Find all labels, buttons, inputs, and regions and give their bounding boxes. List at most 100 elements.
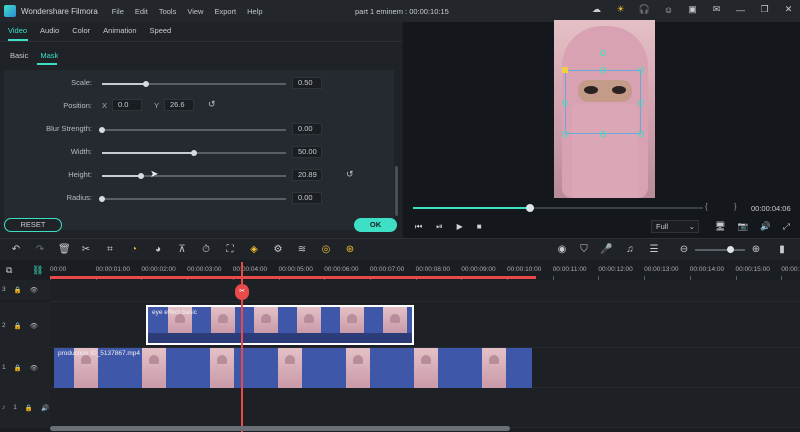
stop-icon[interactable]: ■ [477, 222, 482, 232]
eye-icon[interactable]: 👁 [30, 286, 38, 294]
volume-icon[interactable]: 🔊 [760, 221, 771, 232]
blur-value[interactable]: 0.00 [292, 123, 322, 135]
video-preview[interactable] [554, 20, 655, 198]
track-lane-audio[interactable] [50, 388, 800, 428]
zoom-slider-knob[interactable] [727, 246, 734, 253]
keyframe-icon[interactable]: ◈ [248, 244, 260, 255]
camera-icon[interactable]: 📷 [738, 221, 749, 232]
sun-icon[interactable]: ☀ [615, 4, 626, 15]
user-icon[interactable]: ☺ [663, 4, 674, 15]
mask-handle[interactable] [638, 131, 644, 137]
quality-select[interactable]: Full ⌄ [651, 220, 699, 233]
mail-icon[interactable]: ✉ [711, 4, 722, 15]
render-icon[interactable]: ◉ [556, 244, 568, 255]
headset-icon[interactable]: 🎧 [639, 4, 650, 15]
ok-button[interactable]: OK [354, 218, 397, 232]
stabilize-icon[interactable]: ⊼ [176, 244, 188, 255]
reset-icon[interactable]: ↺ [346, 169, 354, 180]
motion-icon[interactable]: ◎ [320, 244, 332, 255]
menu-export[interactable]: Export [214, 7, 236, 16]
menu-tools[interactable]: Tools [159, 7, 177, 16]
cut-icon[interactable]: ✂ [80, 244, 92, 255]
panel-icon[interactable]: ▮ [776, 244, 788, 255]
color-icon[interactable]: ◕ [152, 244, 164, 255]
menu-help[interactable]: Help [247, 7, 262, 16]
scale-slider[interactable] [102, 81, 286, 87]
save-icon[interactable]: ▣ [687, 4, 698, 15]
reset-button[interactable]: RESET [4, 218, 62, 232]
mask-rotate-handle[interactable] [562, 67, 568, 73]
tab-audio[interactable]: Audio [40, 26, 59, 35]
list-icon[interactable]: ☰ [648, 244, 660, 255]
menu-view[interactable]: View [187, 7, 203, 16]
video-clip[interactable]: production ID_5137867.mp4 [54, 348, 532, 388]
crop-icon[interactable]: ⌗ [104, 244, 116, 255]
mask-bounding-box[interactable] [565, 70, 641, 134]
close-icon[interactable]: ✕ [783, 4, 794, 15]
zoom-in-icon[interactable]: ⊕ [750, 244, 762, 255]
menu-edit[interactable]: Edit [135, 7, 148, 16]
properties-scrollbar[interactable] [395, 166, 398, 216]
undo-icon[interactable]: ↶ [10, 244, 22, 255]
lock-icon[interactable]: 🔒 [14, 322, 22, 330]
lock-icon[interactable]: 🔒 [25, 404, 33, 412]
radius-slider[interactable] [99, 196, 286, 202]
mark-in-out[interactable]: { } [705, 202, 749, 211]
delete-icon[interactable]: 🗑 [58, 244, 71, 255]
timer-icon[interactable]: ⏱ [200, 244, 212, 255]
play-icon[interactable]: ▶ [457, 222, 463, 232]
subtab-mask[interactable]: Mask [40, 51, 58, 60]
zoom-slider[interactable] [695, 249, 745, 251]
ai-icon[interactable]: ⊛ [344, 244, 356, 255]
tab-video[interactable]: Video [8, 26, 27, 35]
eye-icon[interactable]: 👁 [30, 322, 38, 330]
zoom-out-icon[interactable]: ⊖ [678, 244, 690, 255]
adjust-icon[interactable]: ⚙ [272, 244, 284, 255]
lock-icon[interactable]: 🔒 [14, 286, 22, 294]
snap-icon[interactable]: ⛓ [32, 265, 43, 276]
maximize-icon[interactable]: ❐ [759, 4, 770, 15]
radius-value[interactable]: 0.00 [292, 192, 322, 204]
audio-wave-icon[interactable]: ≋ [296, 244, 308, 255]
height-value[interactable]: 20.89 [292, 169, 322, 181]
tab-speed[interactable]: Speed [150, 26, 172, 35]
lock-icon[interactable]: 🔒 [14, 364, 22, 372]
tab-animation[interactable]: Animation [103, 26, 136, 35]
mask-handle[interactable] [600, 67, 606, 73]
mask-handle[interactable] [638, 67, 644, 73]
menu-file[interactable]: File [112, 7, 124, 16]
width-slider[interactable] [102, 150, 286, 156]
step-back-icon[interactable]: ⏮ [415, 222, 422, 232]
fullscreen-icon[interactable]: ⤢ [783, 221, 790, 232]
cloud-icon[interactable]: ☁ [591, 4, 602, 15]
playhead-scissors-icon[interactable]: ✂ [235, 284, 249, 300]
reset-icon[interactable]: ↺ [208, 99, 216, 110]
mask-handle[interactable] [600, 131, 606, 137]
microphone-icon[interactable]: 🎤 [600, 244, 612, 255]
frame-play-icon[interactable]: ⏯ [436, 222, 442, 232]
tab-color[interactable]: Color [72, 26, 90, 35]
mask-handle[interactable] [600, 50, 606, 56]
scale-value[interactable]: 0.50 [292, 77, 322, 89]
mask-handle[interactable] [638, 100, 644, 106]
redo-icon[interactable]: ↷ [34, 244, 46, 255]
eye-icon[interactable]: 👁 [30, 364, 38, 372]
blur-slider[interactable] [99, 127, 286, 133]
volume-icon[interactable]: 🔊 [41, 404, 49, 412]
track-lane-3[interactable] [50, 280, 800, 302]
position-y-field[interactable]: 26.6 [164, 99, 194, 111]
audio-mix-icon[interactable]: ♫ [624, 244, 636, 255]
timeline-scrollbar[interactable] [50, 426, 510, 431]
monitor-icon[interactable]: 🖥 [715, 221, 726, 232]
height-slider[interactable] [102, 173, 286, 179]
effect-clip[interactable]: eye effect basic [146, 305, 414, 345]
minimize-icon[interactable]: — [735, 4, 746, 15]
position-x-field[interactable]: 0.0 [112, 99, 142, 111]
speed-icon[interactable]: ◔ [128, 244, 140, 255]
preview-progress-bar[interactable] [413, 204, 703, 212]
mask-handle[interactable] [562, 100, 568, 106]
subtab-basic[interactable]: Basic [10, 51, 28, 60]
fit-icon[interactable]: ⛶ [224, 244, 236, 255]
shield-icon[interactable]: ⛉ [578, 244, 590, 255]
add-track-icon[interactable]: ⧉ [6, 265, 12, 276]
